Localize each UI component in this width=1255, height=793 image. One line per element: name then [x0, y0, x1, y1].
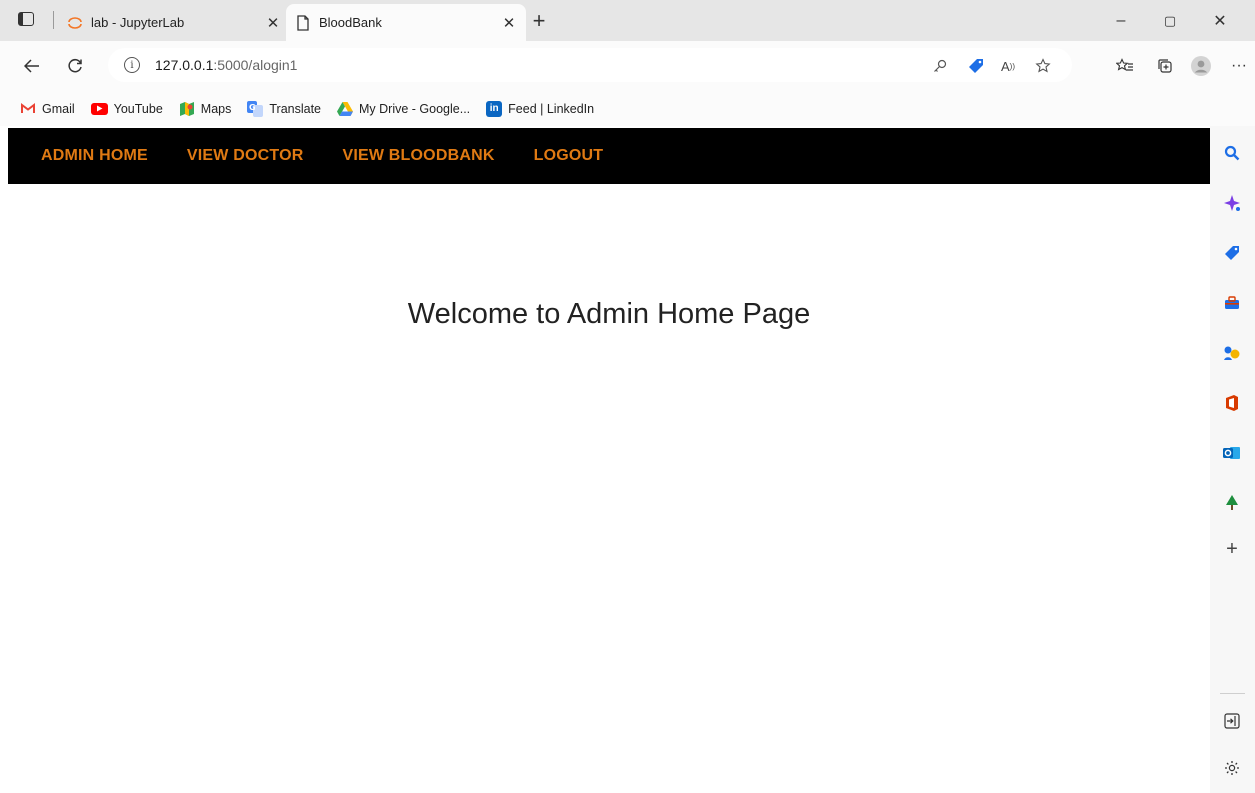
favorites-bar: Gmail YouTube Maps G Translate My Drive …: [0, 91, 1255, 126]
shopping-icon[interactable]: [1221, 242, 1243, 264]
jupyter-icon: [67, 15, 83, 31]
url-path: :5000/alogin1: [213, 57, 298, 73]
favorite-label: Gmail: [42, 101, 75, 116]
nav-view-bloodbank[interactable]: VIEW BLOODBANK: [342, 147, 494, 165]
more-icon: ···: [1231, 57, 1247, 74]
page-icon: [295, 14, 311, 31]
site-info-icon[interactable]: i: [124, 57, 140, 73]
favorites-button[interactable]: [1111, 52, 1139, 80]
tab-title: BloodBank: [319, 15, 382, 30]
favorite-label: YouTube: [113, 101, 163, 116]
browser-toolbar: i 127.0.0.1:5000/alogin1 A)) ···: [0, 41, 1255, 91]
tools-icon[interactable]: [1221, 292, 1243, 314]
favorite-label: Maps: [200, 101, 232, 116]
tab-strip: lab - JupyterLab ✕ BloodBank ✕ + – ▢ ✕: [0, 0, 1255, 41]
edge-sidebar: +: [1210, 126, 1255, 793]
url-host: 127.0.0.1: [155, 57, 214, 73]
favorite-maps[interactable]: Maps: [179, 101, 232, 117]
sidebar-settings-gear-icon[interactable]: [1221, 757, 1243, 779]
read-aloud-icon[interactable]: A)): [998, 56, 1018, 76]
page-content: ADMIN HOME VIEW DOCTOR VIEW BLOODBANK LO…: [8, 126, 1210, 793]
youtube-icon: [90, 102, 108, 115]
url-text[interactable]: 127.0.0.1:5000/alogin1: [155, 57, 297, 73]
site-navbar: ADMIN HOME VIEW DOCTOR VIEW BLOODBANK LO…: [8, 128, 1210, 184]
key-icon[interactable]: [930, 56, 950, 76]
favorites-icon: [1116, 58, 1133, 71]
settings-more-button[interactable]: ···: [1225, 52, 1253, 80]
collections-button[interactable]: [1151, 52, 1179, 80]
tab-jupyterlab[interactable]: lab - JupyterLab ✕: [58, 4, 290, 41]
tab-actions-icon[interactable]: [18, 12, 34, 26]
favorite-youtube[interactable]: YouTube: [90, 101, 163, 116]
profile-button[interactable]: [1187, 52, 1215, 80]
gmail-icon: [20, 101, 36, 117]
collections-icon: [1158, 59, 1172, 73]
copilot-icon[interactable]: [1221, 192, 1243, 214]
address-bar[interactable]: i 127.0.0.1:5000/alogin1 A)): [108, 48, 1072, 82]
drive-icon: [337, 101, 354, 117]
back-arrow-icon: [24, 59, 39, 73]
nav-view-doctor[interactable]: VIEW DOCTOR: [187, 147, 304, 165]
tab-bloodbank[interactable]: BloodBank ✕: [286, 4, 526, 41]
shopping-tag-icon[interactable]: [966, 56, 986, 76]
add-sidebar-app-icon[interactable]: +: [1221, 538, 1243, 560]
favorite-label: Translate: [269, 101, 322, 116]
tab-title: lab - JupyterLab: [91, 15, 185, 30]
close-tab-icon[interactable]: ✕: [498, 12, 520, 34]
maps-icon: [179, 101, 195, 117]
avatar: [1191, 56, 1211, 76]
favorite-gmail[interactable]: Gmail: [20, 101, 75, 117]
outlook-icon[interactable]: [1221, 442, 1243, 464]
games-icon[interactable]: [1221, 342, 1243, 364]
favorite-label: Feed | LinkedIn: [508, 101, 595, 116]
search-icon[interactable]: [1221, 142, 1243, 164]
refresh-icon: [68, 58, 82, 73]
close-window-button[interactable]: ✕: [1200, 8, 1240, 34]
refresh-button[interactable]: [61, 52, 89, 80]
nav-admin-home[interactable]: ADMIN HOME: [41, 147, 148, 165]
tree-icon[interactable]: [1221, 492, 1243, 514]
back-button[interactable]: [18, 52, 46, 80]
favorite-translate[interactable]: G Translate: [247, 100, 322, 117]
new-tab-button[interactable]: +: [526, 8, 552, 34]
favorite-linkedin[interactable]: in Feed | LinkedIn: [486, 100, 595, 117]
tab-separator: [53, 11, 54, 29]
office-icon[interactable]: [1221, 392, 1243, 414]
nav-logout[interactable]: LOGOUT: [534, 147, 604, 165]
hide-sidebar-icon[interactable]: [1221, 710, 1243, 732]
translate-icon: G: [247, 100, 264, 117]
svg-text:G: G: [249, 103, 256, 112]
welcome-heading: Welcome to Admin Home Page: [407, 298, 811, 330]
minimize-button[interactable]: –: [1101, 8, 1141, 34]
favorite-drive[interactable]: My Drive - Google...: [337, 101, 470, 117]
linkedin-icon: in: [486, 100, 503, 117]
sidebar-divider: [1220, 693, 1245, 694]
restore-button[interactable]: ▢: [1150, 8, 1190, 34]
add-favorite-icon[interactable]: [1033, 56, 1053, 76]
close-tab-icon[interactable]: ✕: [262, 12, 284, 34]
favorite-label: My Drive - Google...: [359, 101, 471, 116]
